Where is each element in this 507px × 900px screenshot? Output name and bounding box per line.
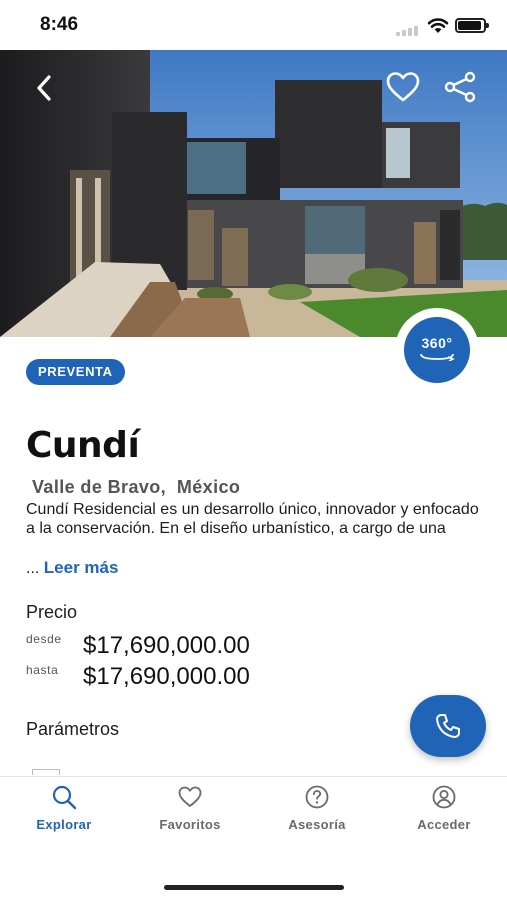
share-icon [444,71,476,103]
bottom-tab-bar: Explorar Favoritos Asesoría Acceder [0,776,507,846]
house-photo [0,50,507,337]
price-from-label: desde [26,632,62,646]
tab-label: Explorar [36,817,92,832]
price-from-value: $17,690,000.00 [83,632,250,659]
user-circle-icon [432,785,456,809]
battery-icon [455,18,489,33]
read-more-link[interactable]: Leer más [44,558,119,577]
ellipsis: ... [26,560,40,577]
parameters-heading: Parámetros [26,719,120,739]
price-to-value: $17,690,000.00 [83,663,250,690]
phone-icon [436,714,460,738]
project-location: Valle de Bravo, México [32,477,241,497]
search-icon [52,785,77,810]
price-to-label: hasta [26,663,59,677]
view-360-label: 360° [421,335,453,351]
favorite-button[interactable] [380,64,426,110]
hero-image [0,50,507,337]
price-heading: Precio [26,602,78,622]
status-badge: PREVENTA [26,359,125,385]
view-360-container: 360° [395,308,479,392]
heart-icon [178,786,202,807]
project-title: Cundí [26,425,140,466]
home-indicator [164,885,344,890]
heart-icon [386,72,420,102]
tab-explorar[interactable]: Explorar [9,783,119,832]
read-more-row: ... Leer más [26,558,118,578]
help-circle-icon [305,785,329,809]
back-button[interactable] [22,66,66,110]
parameter-icon [32,769,60,775]
cellular-signal-icon [396,26,418,36]
tab-acceder[interactable]: Acceder [389,783,499,832]
tab-favoritos[interactable]: Favoritos [135,783,245,832]
view-360-button[interactable]: 360° [404,317,470,383]
tab-label: Acceder [417,817,471,832]
tab-label: Favoritos [159,817,221,832]
status-bar: 8:46 [0,0,507,50]
wifi-icon [427,18,449,33]
share-button[interactable] [437,64,483,110]
call-button[interactable] [410,695,486,757]
tab-asesoria[interactable]: Asesoría [262,783,372,832]
status-time: 8:46 [40,14,79,35]
rotate-icon [420,353,455,361]
project-description: Cundí Residencial es un desarrollo único… [26,501,479,537]
tab-label: Asesoría [288,817,346,832]
chevron-left-icon [37,75,51,101]
